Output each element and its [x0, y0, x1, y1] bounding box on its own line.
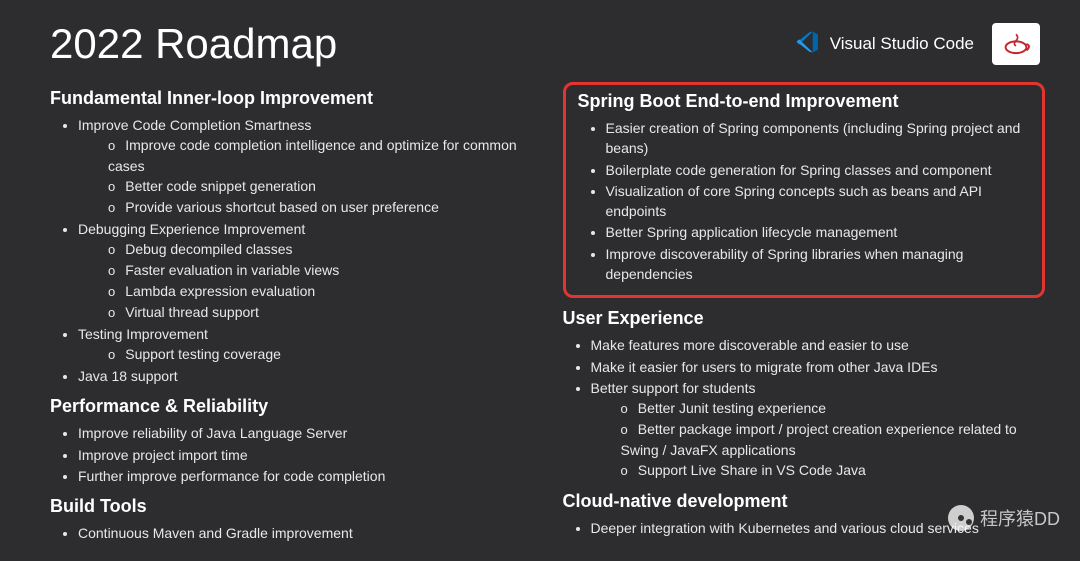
list-item: Testing Improvement Support testing cove…	[78, 324, 533, 365]
list-item: Visualization of core Spring concepts su…	[606, 181, 1031, 222]
list-item: Virtual thread support	[108, 302, 533, 323]
list-item: Improve project import time	[78, 445, 533, 465]
list-item: Make it easier for users to migrate from…	[591, 357, 1046, 377]
list-item: Support Live Share in VS Code Java	[621, 460, 1046, 481]
section-title-spring: Spring Boot End-to-end Improvement	[578, 91, 1031, 112]
section-title-build-tools: Build Tools	[50, 496, 533, 517]
list-item: Support testing coverage	[108, 344, 533, 365]
list-item: Lambda expression evaluation	[108, 281, 533, 302]
watermark-text: 程序猿DD	[980, 505, 1060, 531]
section-title-performance: Performance & Reliability	[50, 396, 533, 417]
vscode-label: Visual Studio Code	[830, 34, 974, 54]
list-item: Boilerplate code generation for Spring c…	[606, 160, 1031, 180]
list-item: Improve code completion intelligence and…	[108, 135, 533, 176]
page-title: 2022 Roadmap	[50, 20, 337, 68]
list-item: Better Spring application lifecycle mana…	[606, 222, 1031, 242]
list-item: Java 18 support	[78, 366, 533, 386]
watermark: 程序猿DD	[948, 505, 1060, 531]
section-title-ux: User Experience	[563, 308, 1046, 329]
list-item: Better support for students Better Junit…	[591, 378, 1046, 481]
section-title-fundamental: Fundamental Inner-loop Improvement	[50, 88, 533, 109]
list-item: Easier creation of Spring components (in…	[606, 118, 1031, 159]
list-item: Provide various shortcut based on user p…	[108, 197, 533, 218]
list-item: Improve reliability of Java Language Ser…	[78, 423, 533, 443]
list-item: Faster evaluation in variable views	[108, 260, 533, 281]
brand-area: Visual Studio Code	[794, 23, 1040, 65]
list-item: Continuous Maven and Gradle improvement	[78, 523, 533, 543]
java-icon	[992, 23, 1040, 65]
list-item: Improve discoverability of Spring librar…	[606, 244, 1031, 285]
right-column: Spring Boot End-to-end Improvement Easie…	[563, 78, 1046, 544]
list-item: Better code snippet generation	[108, 176, 533, 197]
list-item: Better Junit testing experience	[621, 398, 1046, 419]
list-item: Improve Code Completion Smartness Improv…	[78, 115, 533, 218]
list-item: Debug decompiled classes	[108, 239, 533, 260]
left-column: Fundamental Inner-loop Improvement Impro…	[50, 78, 533, 544]
wechat-icon	[948, 505, 974, 531]
highlight-box-spring: Spring Boot End-to-end Improvement Easie…	[563, 82, 1046, 298]
list-item: Make features more discoverable and easi…	[591, 335, 1046, 355]
vscode-icon	[794, 29, 820, 60]
list-item: Debugging Experience Improvement Debug d…	[78, 219, 533, 323]
list-item: Better package import / project creation…	[621, 419, 1046, 460]
list-item: Further improve performance for code com…	[78, 466, 533, 486]
